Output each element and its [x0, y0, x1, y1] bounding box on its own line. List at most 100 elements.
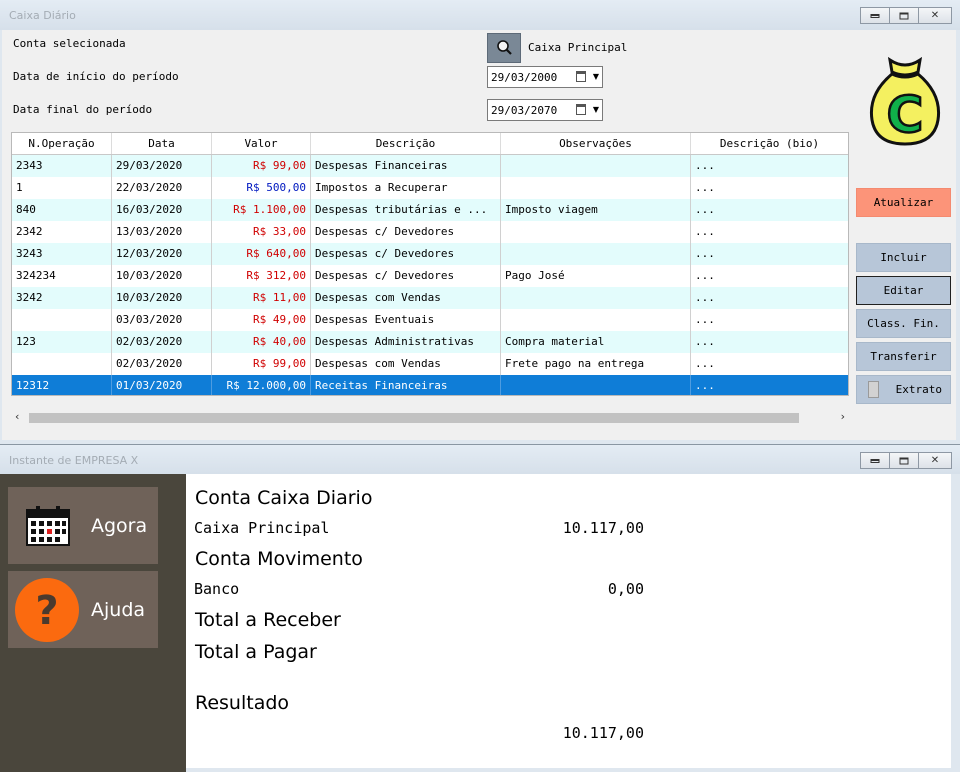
editar-button[interactable]: Editar — [856, 276, 951, 305]
agora-tile[interactable]: Agora — [8, 487, 158, 564]
cell-valor: R$ 500,00 — [212, 177, 311, 199]
cell-data: 10/03/2020 — [112, 287, 212, 309]
caixa-diario-content: Conta selecionada Caixa Principal Data d… — [2, 30, 956, 440]
horizontal-scrollbar[interactable]: ‹ › — [11, 408, 849, 426]
cell-operacao: 3242 — [12, 287, 112, 309]
final-date-picker[interactable]: 29/03/2070 ▼ — [487, 99, 603, 121]
minimize-icon — [870, 13, 880, 18]
column-header-valor[interactable]: Valor — [212, 133, 311, 154]
conta-value: Caixa Principal — [528, 41, 628, 54]
maximize-button[interactable] — [889, 452, 919, 469]
select-account-button[interactable] — [487, 33, 521, 63]
table-row[interactable]: 1 22/03/2020 R$ 500,00 Impostos a Recupe… — [12, 177, 848, 199]
cell-data: 12/03/2020 — [112, 243, 212, 265]
close-button[interactable]: ✕ — [918, 7, 952, 24]
cell-descricao: Despesas c/ Devedores — [311, 265, 501, 287]
table-row[interactable]: 324234 10/03/2020 R$ 312,00 Despesas c/ … — [12, 265, 848, 287]
close-button[interactable]: ✕ — [918, 452, 952, 469]
cell-descricao-bio: ... — [695, 357, 715, 370]
cell-operacao — [12, 353, 112, 375]
table-row[interactable]: 3243 12/03/2020 R$ 640,00 Despesas c/ De… — [12, 243, 848, 265]
table-row[interactable]: 2342 13/03/2020 R$ 33,00 Despesas c/ Dev… — [12, 221, 848, 243]
minimize-icon — [870, 458, 880, 463]
table-row[interactable]: 3242 10/03/2020 R$ 11,00 Despesas com Ve… — [12, 287, 848, 309]
cell-operacao — [12, 309, 112, 331]
money-bag-icon: C — [869, 56, 941, 146]
maximize-icon — [899, 12, 909, 19]
cell-data: 02/03/2020 — [112, 331, 212, 353]
cell-descricao-bio: ... — [695, 247, 715, 260]
caixa-heading: Conta Caixa Diario — [195, 487, 373, 509]
extrato-button[interactable]: Extrato — [856, 375, 951, 404]
table-row[interactable]: 03/03/2020 R$ 49,00 Despesas Eventuais .… — [12, 309, 848, 331]
calendar-icon — [26, 506, 70, 546]
table-header: N.Operação Data Valor Descrição Observaç… — [12, 133, 848, 155]
cell-operacao: 1 — [12, 177, 112, 199]
help-glyph: ? — [35, 588, 58, 634]
cell-valor: R$ 40,00 — [212, 331, 311, 353]
money-bag-logo: C — [868, 56, 942, 151]
incluir-button[interactable]: Incluir — [856, 243, 951, 272]
cell-valor: R$ 640,00 — [212, 243, 311, 265]
close-icon: ✕ — [930, 454, 940, 466]
cell-observacoes: Imposto viagem — [501, 199, 691, 221]
ajuda-tile[interactable]: ? Ajuda — [8, 571, 158, 648]
scroll-left-icon[interactable]: ‹ — [15, 410, 19, 423]
chevron-down-icon[interactable]: ▼ — [593, 105, 599, 114]
column-header-data[interactable]: Data — [112, 133, 212, 154]
column-header-descricao-bio[interactable]: Descrição (bio) — [691, 133, 848, 154]
table-row[interactable]: 123 02/03/2020 R$ 40,00 Despesas Adminis… — [12, 331, 848, 353]
window-title: Instante de EMPRESA X — [9, 454, 139, 467]
cell-observacoes: Pago José — [501, 265, 691, 287]
maximize-button[interactable] — [889, 7, 919, 24]
column-header-operacao[interactable]: N.Operação — [12, 133, 112, 154]
caixa-label: Caixa Principal — [194, 519, 330, 537]
cell-observacoes: Frete pago na entrega — [501, 353, 691, 375]
shortcut-panel: Agora ? Ajuda — [0, 474, 186, 772]
agora-label: Agora — [91, 515, 148, 537]
cell-valor: R$ 49,00 — [212, 309, 311, 331]
cell-descricao: Despesas c/ Devedores — [311, 243, 501, 265]
table-row-selected[interactable]: 12312 01/03/2020 R$ 12.000,00 Receitas F… — [12, 375, 848, 395]
table-row[interactable]: 840 16/03/2020 R$ 1.100,00 Despesas trib… — [12, 199, 848, 221]
cell-operacao: 324234 — [12, 265, 112, 287]
document-icon — [868, 381, 879, 398]
ajuda-label: Ajuda — [91, 599, 146, 621]
cell-observacoes: Compra material — [501, 331, 691, 353]
window-titlebar[interactable]: Instante de EMPRESA X ✕ — [0, 444, 960, 474]
inicio-date-picker[interactable]: 29/03/2000 ▼ — [487, 66, 603, 88]
cell-descricao: Despesas Financeiras — [311, 155, 501, 177]
window-titlebar[interactable]: Caixa Diário ✕ — [0, 0, 960, 30]
cell-data: 16/03/2020 — [112, 199, 212, 221]
final-date-value: 29/03/2070 — [491, 104, 558, 117]
table-body: 2343 29/03/2020 R$ 99,00 Despesas Financ… — [12, 155, 848, 395]
cell-data: 01/03/2020 — [112, 375, 212, 395]
cell-descricao-bio: ... — [695, 269, 715, 282]
pagar-heading: Total a Pagar — [195, 641, 317, 663]
cell-operacao: 2343 — [12, 155, 112, 177]
cell-valor: R$ 99,00 — [212, 155, 311, 177]
column-header-observacoes[interactable]: Observações — [501, 133, 691, 154]
cell-descricao-bio: ... — [695, 203, 715, 216]
chevron-down-icon[interactable]: ▼ — [593, 72, 599, 81]
extrato-label: Extrato — [895, 383, 942, 396]
banco-label: Banco — [194, 580, 240, 598]
maximize-icon — [899, 457, 909, 464]
resultado-value: 10.117,00 — [562, 724, 644, 742]
minimize-button[interactable] — [860, 452, 890, 469]
table-row[interactable]: 2343 29/03/2020 R$ 99,00 Despesas Financ… — [12, 155, 848, 177]
scrollbar-thumb[interactable] — [29, 413, 799, 423]
cell-valor: R$ 12.000,00 — [212, 375, 311, 395]
atualizar-button[interactable]: Atualizar — [856, 188, 951, 217]
calendar-icon — [576, 104, 586, 115]
cell-descricao: Receitas Financeiras — [311, 375, 501, 395]
window-title: Caixa Diário — [9, 9, 76, 22]
cell-descricao: Despesas Administrativas — [311, 331, 501, 353]
table-row[interactable]: 02/03/2020 R$ 99,00 Despesas com Vendas … — [12, 353, 848, 375]
scroll-right-icon[interactable]: › — [841, 410, 845, 423]
column-header-descricao[interactable]: Descrição — [311, 133, 501, 154]
cell-observacoes — [501, 309, 691, 331]
transferir-button[interactable]: Transferir — [856, 342, 951, 371]
class-fin-button[interactable]: Class. Fin. — [856, 309, 951, 338]
minimize-button[interactable] — [860, 7, 890, 24]
